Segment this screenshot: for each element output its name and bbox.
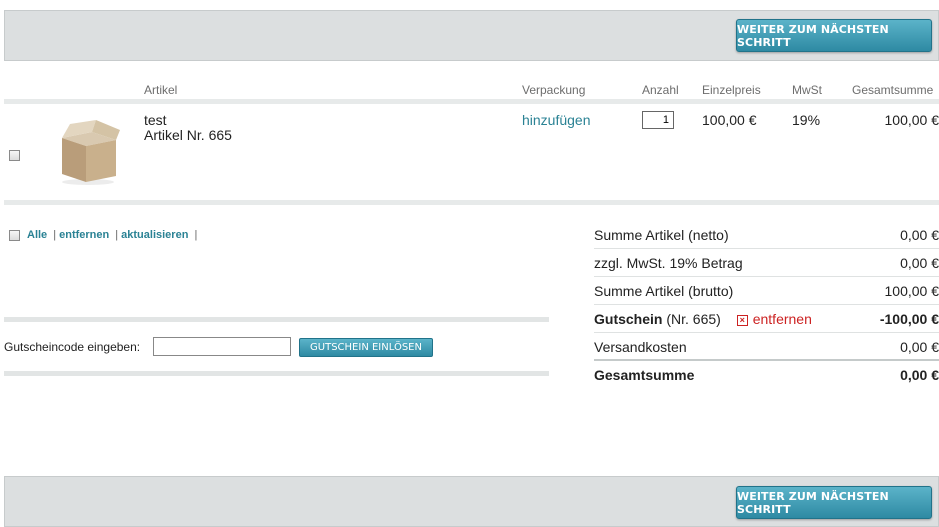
- header-quantity: Anzahl: [642, 83, 679, 97]
- summary-shipping-row: Versandkosten 0,00 €: [594, 333, 939, 361]
- summary-net-value: 0,00 €: [900, 227, 939, 243]
- top-action-bar: WEITER ZUM NÄCHSTEN SCHRITT: [4, 10, 939, 61]
- next-step-button-bottom[interactable]: WEITER ZUM NÄCHSTEN SCHRITT: [736, 486, 932, 519]
- voucher-remove-link[interactable]: × entfernen: [736, 311, 812, 327]
- summary-net-label: Summe Artikel (netto): [594, 227, 729, 243]
- voucher-number: (Nr. 665): [666, 311, 721, 327]
- header-packaging: Verpackung: [522, 83, 586, 97]
- header-article: Artikel: [144, 83, 178, 97]
- summary-voucher-row: Gutschein (Nr. 665) × entfernen -100,00 €: [594, 305, 939, 333]
- unit-price: 100,00 €: [702, 112, 757, 128]
- coupon-top-divider: [4, 317, 549, 322]
- voucher-remove-text: entfernen: [752, 311, 812, 327]
- select-all-checkbox[interactable]: [9, 230, 20, 241]
- summary-voucher-label: Gutschein (Nr. 665) × entfernen: [594, 311, 812, 327]
- cart-actions: Alle | entfernen | aktualisieren |: [27, 229, 200, 241]
- summary-total-row: Gesamtsumme 0,00 €: [594, 361, 939, 389]
- separator: |: [194, 229, 198, 241]
- coupon-label: Gutscheincode eingeben:: [4, 340, 141, 354]
- table-bottom-separator: [4, 200, 939, 205]
- row-total: 100,00 €: [884, 112, 939, 128]
- product-article-number: Artikel Nr. 665: [144, 127, 232, 143]
- header-vat: MwSt: [792, 83, 822, 97]
- bottom-action-bar: WEITER ZUM NÄCHSTEN SCHRITT: [4, 476, 939, 527]
- header-total: Gesamtsumme: [852, 83, 934, 97]
- select-all-link[interactable]: Alle: [27, 229, 47, 241]
- separator: |: [53, 229, 57, 241]
- summary-total-label: Gesamtsumme: [594, 367, 695, 383]
- quantity-input[interactable]: [642, 111, 674, 129]
- packaging-add-link[interactable]: hinzufügen: [522, 112, 591, 128]
- remove-icon: ×: [736, 314, 748, 326]
- summary-voucher-value: -100,00 €: [879, 311, 939, 327]
- summary-gross-row: Summe Artikel (brutto) 100,00 €: [594, 277, 939, 305]
- remove-link[interactable]: entfernen: [59, 229, 109, 241]
- summary-shipping-label: Versandkosten: [594, 339, 687, 355]
- coupon-code-input[interactable]: [153, 337, 291, 356]
- summary-vat-label: zzgl. MwSt. 19% Betrag: [594, 255, 743, 271]
- next-step-button-top[interactable]: WEITER ZUM NÄCHSTEN SCHRITT: [736, 19, 932, 52]
- product-name: test: [144, 112, 167, 128]
- summary-gross-value: 100,00 €: [884, 283, 939, 299]
- header-unit-price: Einzelpreis: [702, 83, 761, 97]
- update-link[interactable]: aktualisieren: [121, 229, 188, 241]
- summary-gross-label: Summe Artikel (brutto): [594, 283, 734, 299]
- box-icon: [62, 120, 120, 185]
- summary-vat-row: zzgl. MwSt. 19% Betrag 0,00 €: [594, 249, 939, 277]
- summary-net-row: Summe Artikel (netto) 0,00 €: [594, 221, 939, 249]
- voucher-title: Gutschein: [594, 311, 663, 327]
- row-select-checkbox[interactable]: [9, 150, 20, 161]
- summary-vat-value: 0,00 €: [900, 255, 939, 271]
- vat-rate: 19%: [792, 112, 821, 128]
- summary-total-value: 0,00 €: [900, 367, 939, 383]
- redeem-coupon-button[interactable]: GUTSCHEIN EINLÖSEN: [299, 338, 433, 357]
- coupon-bottom-divider: [4, 371, 549, 376]
- summary-shipping-value: 0,00 €: [900, 339, 939, 355]
- table-header-separator: [4, 99, 939, 104]
- separator: |: [115, 229, 119, 241]
